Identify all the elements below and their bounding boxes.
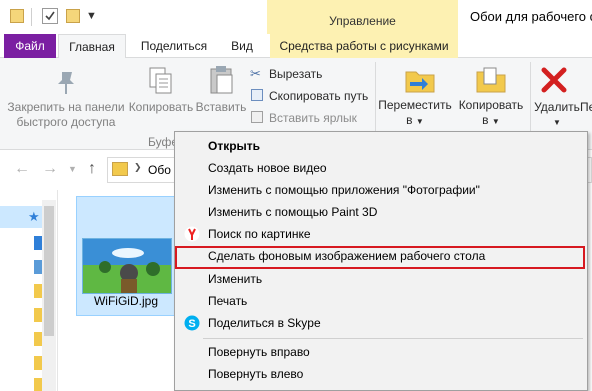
breadcrumb[interactable]: Обо bbox=[148, 163, 171, 177]
delete-button[interactable]: Удалить ▼ bbox=[532, 100, 582, 130]
file-thumbnail[interactable] bbox=[82, 238, 172, 294]
delete-label: Удалить bbox=[534, 100, 580, 114]
menu-item-create-video[interactable]: Создать новое видео bbox=[175, 158, 585, 179]
paste-shortcut-icon[interactable] bbox=[251, 111, 263, 123]
dropdown-arrow-icon: ▼ bbox=[553, 118, 561, 127]
folder-icon[interactable] bbox=[34, 308, 42, 322]
window-title: Обои для рабочего ст bbox=[470, 9, 592, 24]
folder-icon[interactable] bbox=[34, 378, 42, 391]
folder-icon[interactable] bbox=[34, 284, 42, 298]
tab-share[interactable]: Поделиться bbox=[134, 34, 214, 58]
paste-shortcut-button[interactable]: Вставить ярлык bbox=[269, 111, 357, 125]
chevron-right-icon: ❯ bbox=[134, 162, 142, 172]
star-icon: ★ bbox=[28, 209, 40, 224]
cut-button[interactable]: Вырезать bbox=[269, 67, 322, 81]
menu-item-edit[interactable]: Изменить bbox=[175, 269, 585, 290]
pin-quick-access-button[interactable]: Закрепить на панели быстрого доступа bbox=[4, 100, 128, 130]
menu-item-open[interactable]: Открыть bbox=[175, 136, 585, 157]
menu-item-rotate-right[interactable]: Повернуть вправо bbox=[175, 342, 585, 363]
monitor-icon[interactable] bbox=[34, 260, 42, 274]
tab-picture-tools[interactable]: Средства работы с рисунками bbox=[270, 34, 458, 58]
desktop-icon[interactable] bbox=[34, 236, 42, 250]
pin-label-line1: Закрепить на панели bbox=[7, 100, 125, 114]
menu-item-edit-paint3d[interactable]: Изменить с помощью Paint 3D bbox=[175, 202, 585, 223]
tab-home[interactable]: Главная bbox=[58, 34, 126, 59]
folder-icon[interactable] bbox=[34, 332, 42, 346]
menu-item-share-skype[interactable]: Поделиться в Skype bbox=[175, 313, 585, 334]
dropdown-arrow-icon: ▼ bbox=[415, 117, 424, 126]
dropdown-arrow-icon: ▼ bbox=[491, 117, 500, 126]
qat-separator bbox=[31, 8, 32, 26]
copy-button[interactable]: Копировать bbox=[128, 100, 194, 115]
menu-item-edit-photos[interactable]: Изменить с помощью приложения "Фотографи… bbox=[175, 180, 585, 201]
menu-separator bbox=[203, 338, 583, 339]
recent-dropdown-icon[interactable]: ▼ bbox=[68, 164, 77, 174]
delete-icon[interactable] bbox=[540, 66, 568, 97]
scissors-icon[interactable]: ✂ bbox=[250, 66, 261, 82]
file-name[interactable]: WiFiGiD.jpg bbox=[76, 294, 176, 308]
rename-button[interactable]: Пе bbox=[580, 100, 592, 115]
move-to-label-line2: в bbox=[406, 113, 413, 127]
folder-icon[interactable] bbox=[34, 356, 42, 370]
menu-item-rotate-left[interactable]: Повернуть влево bbox=[175, 364, 585, 385]
copy-to-button[interactable]: Копировать в ▼ bbox=[454, 98, 528, 129]
new-folder-icon[interactable] bbox=[66, 9, 80, 23]
menu-item-set-desktop-background[interactable]: Сделать фоновым изображением рабочего ст… bbox=[175, 246, 585, 269]
tab-view[interactable]: Вид bbox=[224, 34, 260, 58]
paste-button[interactable]: Вставить bbox=[194, 100, 248, 115]
pin-icon[interactable] bbox=[52, 68, 80, 99]
folder-icon bbox=[112, 162, 128, 176]
properties-icon[interactable] bbox=[42, 8, 58, 24]
qat-dropdown-icon[interactable]: ▼ bbox=[86, 10, 97, 22]
tab-file[interactable]: Файл bbox=[4, 34, 56, 58]
paste-icon[interactable] bbox=[208, 64, 236, 99]
manage-context-group: Управление bbox=[267, 0, 458, 34]
menu-item-image-search[interactable]: Поиск по картинке bbox=[175, 224, 585, 245]
move-to-label-line1: Переместить bbox=[378, 98, 452, 112]
folder-icon[interactable] bbox=[10, 9, 24, 23]
copy-to-label-line2: в bbox=[482, 113, 489, 127]
back-arrow-icon[interactable]: ← bbox=[14, 160, 30, 178]
forward-arrow-icon[interactable]: → bbox=[42, 160, 58, 178]
up-arrow-icon[interactable]: ↑ bbox=[88, 160, 96, 178]
copy-to-label-line1: Копировать bbox=[458, 98, 524, 112]
move-to-button[interactable]: Переместить в ▼ bbox=[378, 98, 452, 129]
move-to-icon[interactable] bbox=[404, 64, 436, 99]
menu-item-print[interactable]: Печать bbox=[175, 291, 585, 312]
pin-label-line2: быстрого доступа bbox=[16, 115, 116, 129]
copy-to-icon[interactable] bbox=[475, 64, 507, 99]
copy-icon[interactable] bbox=[146, 66, 174, 99]
copy-path-icon[interactable] bbox=[251, 89, 263, 101]
copy-path-button[interactable]: Скопировать путь bbox=[269, 89, 368, 103]
scrollbar-thumb[interactable] bbox=[44, 206, 54, 336]
